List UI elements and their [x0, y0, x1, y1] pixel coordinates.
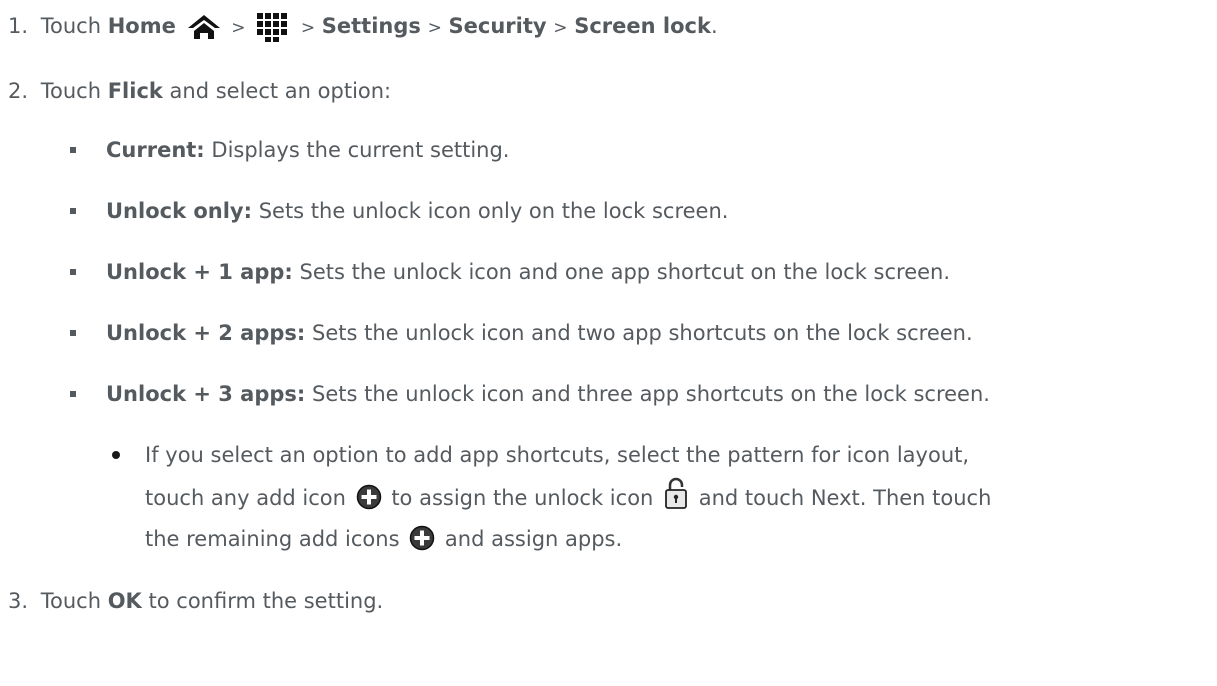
ok-label: OK	[107, 589, 142, 613]
option-unlock-only: Unlock only: Sets the unlock icon only o…	[106, 197, 728, 225]
home-label: Home	[107, 14, 176, 38]
step-text: Touch	[40, 14, 102, 38]
option-unlock-2-apps: Unlock + 2 apps: Sets the unlock icon an…	[106, 319, 973, 347]
option-label: Unlock only:	[106, 199, 253, 223]
step-number: 2.	[8, 79, 29, 103]
note-line-3: the remaining add icons and assign apps.	[145, 525, 622, 553]
round-bullet	[112, 451, 120, 459]
step-number: 3.	[8, 589, 29, 613]
option-label: Unlock + 3 apps:	[106, 382, 306, 406]
period: .	[710, 14, 718, 38]
add-circle-icon	[409, 525, 435, 551]
step-text: Touch	[40, 589, 102, 613]
option-desc: Sets the unlock icon and one app shortcu…	[299, 260, 951, 284]
screen-lock-label: Screen lock	[574, 14, 711, 38]
option-desc: Sets the unlock icon and three app short…	[312, 382, 990, 406]
option-unlock-1-app: Unlock + 1 app: Sets the unlock icon and…	[106, 258, 950, 286]
step-text: Touch	[40, 79, 102, 103]
note-text: and assign apps.	[444, 527, 623, 551]
square-bullet	[70, 330, 76, 336]
settings-label: Settings	[321, 14, 421, 38]
note-line-2: touch any add icon to assign the unlock …	[145, 477, 992, 515]
add-circle-icon	[356, 484, 382, 510]
option-desc: Sets the unlock icon only on the lock sc…	[258, 199, 729, 223]
note-line-1: If you select an option to add app short…	[145, 441, 969, 469]
unlock-icon	[664, 477, 688, 509]
separator: >	[231, 18, 246, 38]
step-text: and select an option:	[169, 79, 392, 103]
option-desc: Sets the unlock icon and two app shortcu…	[312, 321, 973, 345]
note-text: to assign the unlock icon	[391, 486, 654, 510]
option-label: Unlock + 1 app:	[106, 260, 293, 284]
flick-label: Flick	[107, 79, 163, 103]
step-1: 1. Touch Home > > Settings > Security >	[8, 12, 718, 42]
option-desc: Displays the current setting.	[211, 138, 510, 162]
square-bullet	[70, 391, 76, 397]
square-bullet	[70, 269, 76, 275]
step-number: 1.	[8, 14, 29, 38]
security-label: Security	[448, 14, 547, 38]
step-2: 2. Touch Flick and select an option:	[8, 77, 391, 105]
separator: >	[553, 18, 568, 38]
app-grid-icon	[256, 12, 290, 42]
separator: >	[427, 18, 442, 38]
note-text: the remaining add icons	[145, 527, 400, 551]
home-icon	[187, 14, 221, 40]
option-current: Current: Displays the current setting.	[106, 136, 509, 164]
note-text: touch any add icon	[145, 486, 346, 510]
option-unlock-3-apps: Unlock + 3 apps: Sets the unlock icon an…	[106, 380, 990, 408]
option-label: Current:	[106, 138, 205, 162]
separator: >	[300, 18, 316, 38]
step-text: to confirm the setting.	[148, 589, 384, 613]
square-bullet	[70, 147, 76, 153]
note-text: and touch Next. Then touch	[698, 486, 992, 510]
note-text: If you select an option to add app short…	[145, 443, 970, 467]
square-bullet	[70, 208, 76, 214]
document-page: 1. Touch Home > > Settings > Security >	[0, 0, 1217, 686]
step-3: 3. Touch OK to confirm the setting.	[8, 587, 383, 615]
option-label: Unlock + 2 apps:	[106, 321, 306, 345]
